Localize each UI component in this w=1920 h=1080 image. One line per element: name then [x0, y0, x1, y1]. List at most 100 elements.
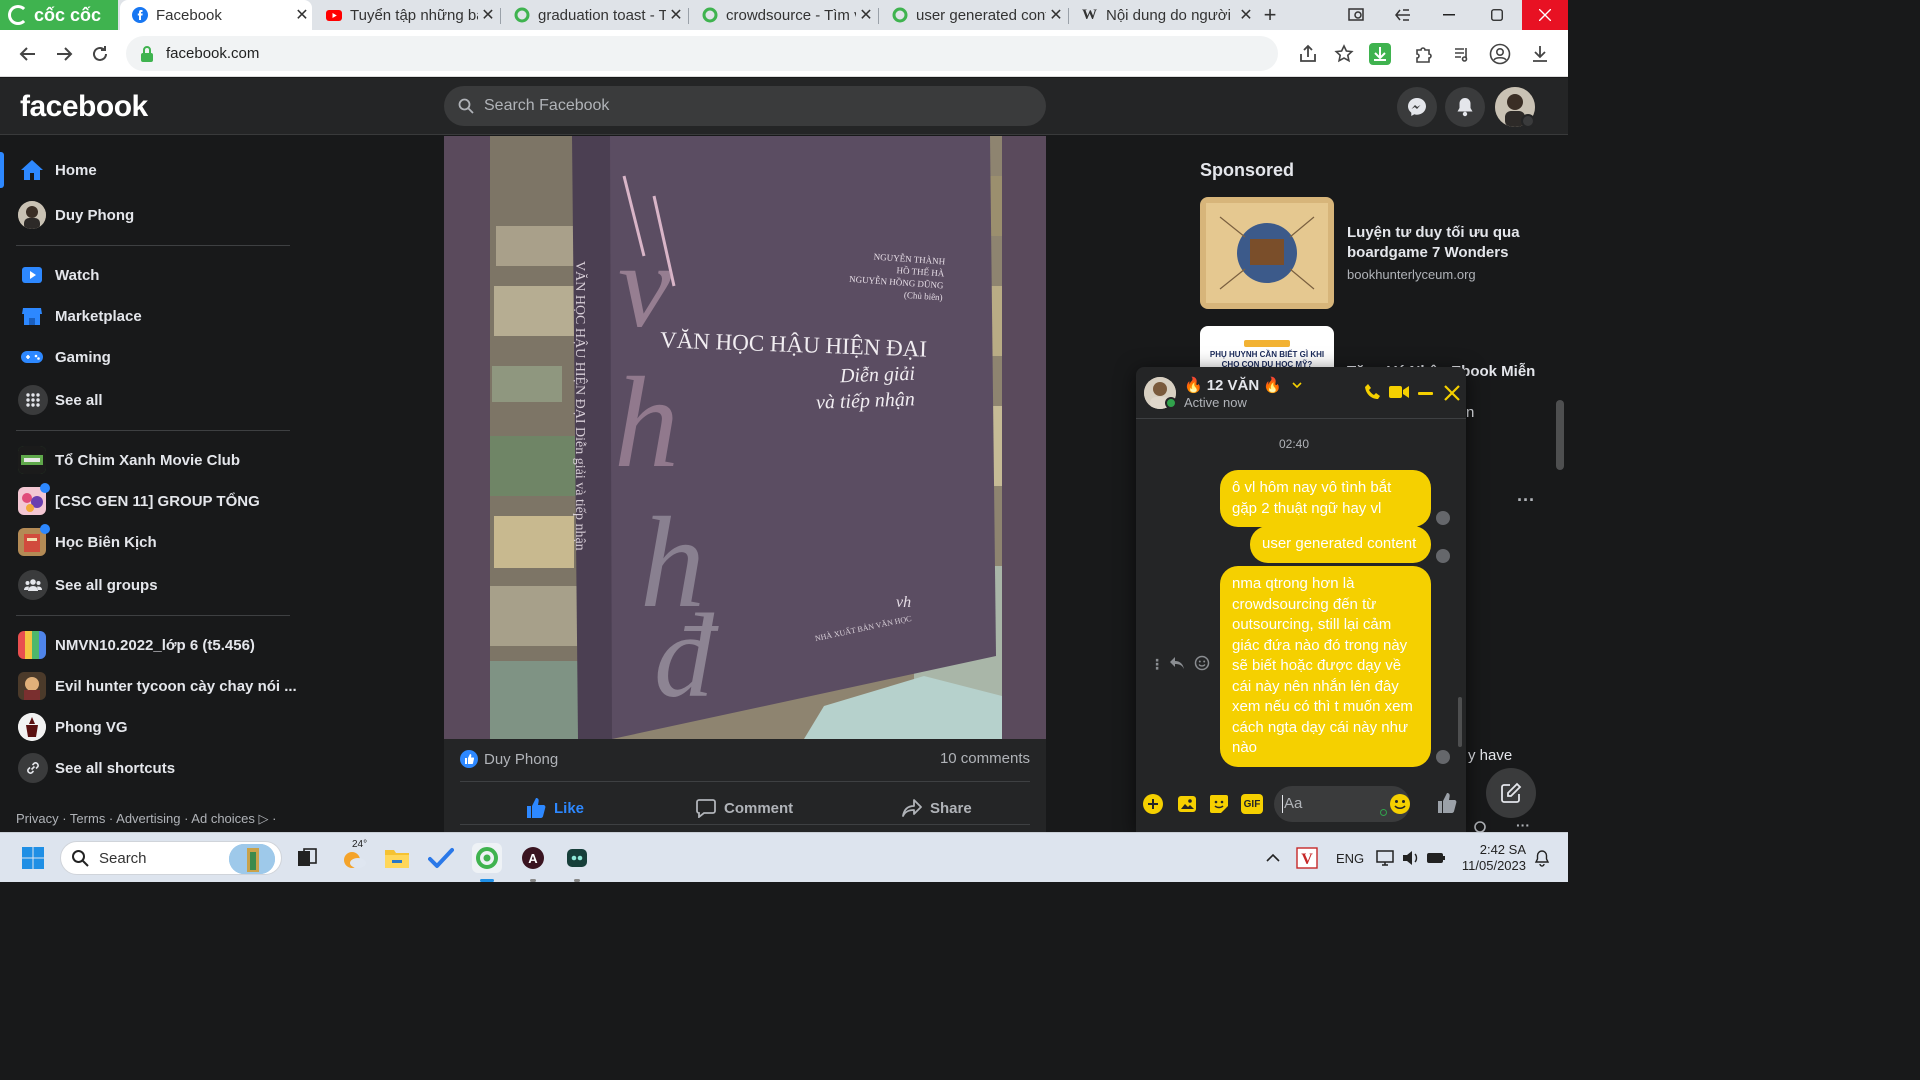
facebook-logo[interactable]: facebook: [20, 90, 148, 124]
reply-icon[interactable]: [1169, 656, 1185, 670]
share-button[interactable]: Share: [902, 788, 972, 828]
footer-links[interactable]: Privacy · Terms · Advertising · Ad choic…: [16, 811, 276, 827]
sidebar-item-watch[interactable]: Watch: [0, 255, 300, 295]
minimize-chat-icon[interactable]: [1418, 392, 1433, 395]
volume-icon[interactable]: [1402, 833, 1420, 883]
notification-center-icon[interactable]: [1534, 833, 1550, 883]
tab-graduation-toast[interactable]: graduation toast - T ✕: [502, 0, 686, 30]
notifications-button[interactable]: [1445, 87, 1485, 127]
app-a-icon[interactable]: A: [518, 843, 548, 873]
clock[interactable]: 2:42 SA 11/05/2023: [1456, 833, 1526, 883]
sponsored-ad-image[interactable]: [1200, 197, 1334, 309]
close-icon[interactable]: ✕: [856, 5, 876, 25]
taskbar-search[interactable]: Search: [60, 841, 282, 875]
react-emoji-icon[interactable]: [1194, 655, 1210, 671]
more-options-icon[interactable]: ···: [1517, 490, 1535, 511]
tab-search-icon[interactable]: [1334, 0, 1380, 30]
chat-message-bubble[interactable]: user generated content: [1250, 526, 1431, 563]
close-icon[interactable]: ✕: [1236, 5, 1256, 25]
video-call-icon[interactable]: [1389, 384, 1409, 400]
tab-crowdsource[interactable]: crowdsource - Tìm v ✕: [690, 0, 876, 30]
sidebar-item-gaming[interactable]: Gaming: [0, 337, 300, 377]
back-history-icon[interactable]: [1380, 0, 1426, 30]
tab-facebook[interactable]: Facebook ✕: [120, 0, 312, 30]
close-chat-icon[interactable]: [1444, 385, 1460, 401]
sidebar-item-group-bien-kich[interactable]: Học Biên Kịch: [0, 522, 300, 562]
photo-icon[interactable]: [1177, 794, 1197, 814]
sidebar-item-marketplace[interactable]: Marketplace: [0, 296, 300, 336]
close-icon[interactable]: ✕: [1046, 5, 1066, 25]
sidebar-item-shortcut-phong-vg[interactable]: Phong VG: [0, 707, 300, 747]
downloads-icon[interactable]: [1526, 40, 1554, 68]
new-tab-button[interactable]: +: [1258, 0, 1282, 30]
new-message-button[interactable]: [1486, 768, 1536, 818]
tab-wikipedia[interactable]: W Nội dung do người ✕: [1070, 0, 1256, 30]
todo-app-icon[interactable]: [426, 843, 456, 873]
gif-icon[interactable]: GIF: [1241, 794, 1263, 814]
input-language[interactable]: ENG: [1336, 833, 1364, 883]
address-bar[interactable]: facebook.com: [126, 36, 1278, 71]
close-icon[interactable]: ✕: [478, 5, 498, 25]
minimize-button[interactable]: [1426, 0, 1472, 30]
reactions-summary[interactable]: Duy Phong: [460, 750, 558, 768]
media-playlist-icon[interactable]: [1448, 40, 1476, 68]
sidebar-item-see-all-groups[interactable]: See all groups: [0, 565, 300, 605]
battery-icon[interactable]: [1426, 833, 1446, 883]
message-more-icon[interactable]: ⋮: [1150, 656, 1164, 673]
back-button[interactable]: [14, 40, 42, 68]
sidebar-item-profile[interactable]: Duy Phong: [0, 195, 300, 235]
chat-scrollbar-thumb[interactable]: [1458, 697, 1462, 747]
chat-message-bubble[interactable]: ô vl hôm nay vô tình bắt gặp 2 thuật ngữ…: [1220, 470, 1431, 527]
sidebar-item-home[interactable]: Home: [0, 150, 300, 190]
maximize-button[interactable]: [1474, 0, 1520, 30]
show-hidden-icons[interactable]: [1266, 833, 1280, 883]
app-cat-icon[interactable]: [562, 843, 592, 873]
plus-icon[interactable]: [1143, 794, 1163, 814]
ad-title[interactable]: Luyện tư duy tối ưu qua boardgame 7 Wond…: [1347, 223, 1547, 263]
chat-header[interactable]: 🔥 12 VĂN 🔥 Active now: [1136, 367, 1466, 419]
download-extension-icon[interactable]: [1366, 40, 1394, 68]
vietkey-icon[interactable]: V: [1296, 833, 1318, 883]
windows-start-icon[interactable]: [18, 843, 48, 873]
comment-count[interactable]: 10 comments: [940, 750, 1030, 767]
weather-widget-icon[interactable]: 24°: [340, 839, 370, 873]
bookmark-star-icon[interactable]: [1330, 40, 1358, 68]
ad-url[interactable]: bookhunterlyceum.org: [1347, 267, 1476, 282]
message-input[interactable]: Aa: [1274, 786, 1410, 822]
sidebar-item-group-csc[interactable]: [CSC GEN 11] GROUP TỔNG: [0, 481, 300, 521]
extensions-puzzle-icon[interactable]: [1410, 40, 1438, 68]
sidebar-item-shortcut-nmvn[interactable]: NMVN10.2022_lớp 6 (t5.456): [0, 625, 300, 665]
share-icon[interactable]: [1294, 40, 1322, 68]
sidebar-item-see-all[interactable]: See all: [0, 380, 300, 420]
network-icon[interactable]: [1376, 833, 1396, 883]
thumbs-up-send-icon[interactable]: [1436, 792, 1458, 814]
sidebar-item-group-movie-club[interactable]: Tổ Chim Xanh Movie Club: [0, 440, 300, 480]
sidebar-item-shortcut-evil-hunter[interactable]: Evil hunter tycoon cày chay nói ...: [0, 666, 300, 706]
page-scrollbar-thumb[interactable]: [1556, 400, 1564, 470]
tab-user-generated[interactable]: user generated cont ✕: [880, 0, 1066, 30]
emoji-icon[interactable]: [1389, 793, 1411, 815]
comment-button[interactable]: Comment: [696, 788, 793, 828]
search-icon[interactable]: [1473, 820, 1489, 832]
tab-youtube[interactable]: Tuyển tập những bá ✕: [314, 0, 498, 30]
close-window-button[interactable]: [1522, 0, 1568, 30]
voice-call-icon[interactable]: [1364, 383, 1382, 401]
search-input[interactable]: Search Facebook: [444, 86, 1046, 126]
messenger-button[interactable]: [1397, 87, 1437, 127]
close-icon[interactable]: ✕: [292, 5, 312, 25]
sidebar-item-see-all-shortcuts[interactable]: See all shortcuts: [0, 748, 300, 788]
chat-message-bubble[interactable]: nma qtrong hơn là crowdsourcing đến từ o…: [1220, 566, 1431, 767]
forward-button[interactable]: [50, 40, 78, 68]
profile-icon[interactable]: [1486, 40, 1514, 68]
task-view-icon[interactable]: [292, 843, 322, 873]
post-photo[interactable]: v h h đ NGUYỄN THÀNH HỒ THẾ HÀ NGUYỄN HỒ…: [444, 136, 1046, 739]
file-explorer-icon[interactable]: [382, 843, 412, 873]
coccoc-taskbar-icon[interactable]: [472, 843, 502, 873]
like-button[interactable]: Like: [526, 788, 584, 828]
more-options-icon[interactable]: ···: [1516, 817, 1530, 833]
sticker-icon[interactable]: [1209, 794, 1229, 814]
coccoc-logo[interactable]: cốc cốc: [0, 0, 118, 30]
close-icon[interactable]: ✕: [666, 5, 686, 25]
lock-icon[interactable]: [140, 45, 154, 62]
chevron-down-icon[interactable]: [1521, 114, 1535, 128]
